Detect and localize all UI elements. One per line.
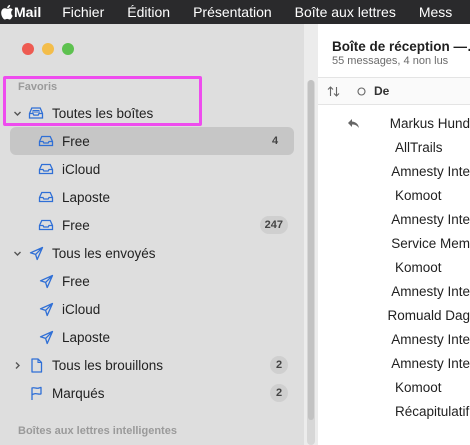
paperplane-icon	[28, 245, 44, 261]
unread-count-badge: 4	[271, 135, 279, 147]
message-row[interactable]: Komoot	[318, 183, 470, 207]
message-row[interactable]: Amnesty Inte	[318, 327, 470, 351]
sidebar-item-label: Free	[62, 217, 90, 233]
menu-fichier[interactable]: Fichier	[62, 4, 104, 20]
sidebar-item-label: Marqués	[52, 385, 105, 401]
sort-icon[interactable]	[318, 85, 348, 97]
sidebar-item-laposte-sent[interactable]: Laposte	[10, 323, 294, 351]
tray-icon	[38, 133, 54, 149]
message-list-pane: Boîte de réception —… 55 messages, 4 non…	[318, 24, 470, 445]
mailbox-subtitle: 55 messages, 4 non lus	[332, 55, 449, 67]
menu-edition[interactable]: Édition	[127, 4, 170, 20]
document-icon	[28, 357, 44, 373]
count-badge: 2	[270, 384, 288, 402]
menu-presentation[interactable]: Présentation	[193, 4, 272, 20]
window-controls	[22, 43, 74, 55]
sidebar-item-label: Free	[62, 133, 90, 149]
chevron-right-icon[interactable]	[10, 361, 24, 370]
favorites-section-title: Favoris	[18, 81, 58, 93]
sidebar-item-icloud-inbox[interactable]: iCloud	[10, 155, 294, 183]
sidebar-item-label: Laposte	[62, 329, 111, 345]
message-sender: AllTrails	[395, 139, 443, 155]
sidebar-item-label: Free	[62, 273, 90, 289]
zoom-button[interactable]	[62, 43, 74, 55]
tray-icon	[38, 189, 54, 205]
message-sender: Markus Hund	[389, 115, 470, 131]
column-from-header[interactable]: De	[374, 84, 389, 98]
message-sender: Amnesty Inte	[391, 211, 470, 227]
sidebar-item-label: Tous les brouillons	[52, 357, 164, 373]
sidebar-item-label: Tous les envoyés	[52, 245, 156, 261]
mailbox-title: Boîte de réception —…	[332, 39, 470, 54]
paperplane-icon	[38, 329, 54, 345]
message-sender: Romuald Dag	[387, 307, 470, 323]
message-row[interactable]: Amnesty Inte	[318, 279, 470, 303]
message-sender: Komoot	[395, 379, 442, 395]
sidebar-item-label: iCloud	[62, 161, 101, 177]
count-badge: 2	[270, 356, 288, 374]
message-row[interactable]: Komoot	[318, 255, 470, 279]
message-row[interactable]: Amnesty Inte	[318, 351, 470, 375]
menu-boite-aux-lettres[interactable]: Boîte aux lettres	[295, 4, 396, 20]
message-sender: Amnesty Inte	[391, 355, 470, 371]
sidebar-item-free-inbox[interactable]: Free 4	[10, 127, 294, 155]
reply-arrow-icon	[318, 118, 389, 129]
flag-icon	[28, 385, 44, 401]
column-header: De	[318, 77, 470, 105]
tray-icon	[28, 105, 44, 121]
chevron-down-icon[interactable]	[10, 249, 24, 258]
sidebar: Favoris Toutes les boîtes Free 4 iCloud …	[0, 24, 304, 445]
message-row[interactable]: Amnesty Inte	[318, 207, 470, 231]
message-row[interactable]: AllTrails	[318, 135, 470, 159]
minimize-button[interactable]	[42, 43, 54, 55]
unread-count-badge: 247	[259, 216, 288, 234]
apple-icon[interactable]	[0, 4, 14, 20]
message-sender: Récapitulatif	[395, 403, 470, 419]
message-sender: Amnesty Inte	[391, 283, 470, 299]
message-row[interactable]: Markus Hund	[318, 111, 470, 135]
smart-mailboxes-section-title: Boîtes aux lettres intelligentes	[18, 425, 177, 437]
sidebar-item-all-drafts[interactable]: Tous les brouillons 2	[10, 351, 294, 379]
close-button[interactable]	[22, 43, 34, 55]
sidebar-scrollbar-thumb[interactable]	[308, 80, 314, 420]
chevron-down-icon[interactable]	[10, 109, 24, 118]
sidebar-item-free-inbox-2[interactable]: Free 247	[10, 211, 294, 239]
sidebar-item-icloud-sent[interactable]: iCloud	[10, 295, 294, 323]
tray-icon	[38, 217, 54, 233]
tray-icon	[38, 161, 54, 177]
sidebar-item-all-inboxes[interactable]: Toutes les boîtes	[10, 99, 294, 127]
sidebar-item-laposte-inbox[interactable]: Laposte	[10, 183, 294, 211]
message-sender: Komoot	[395, 187, 442, 203]
menu-bar: Mail Fichier Édition Présentation Boîte …	[0, 0, 470, 24]
message-row[interactable]: Récapitulatif	[318, 399, 470, 423]
message-sender: Komoot	[395, 259, 442, 275]
paperplane-icon	[38, 273, 54, 289]
paperplane-icon	[38, 301, 54, 317]
sidebar-item-free-sent[interactable]: Free	[10, 267, 294, 295]
message-row[interactable]: Service Mem	[318, 231, 470, 255]
sidebar-item-all-sent[interactable]: Tous les envoyés	[10, 239, 294, 267]
message-sender: Amnesty Inte	[391, 331, 470, 347]
message-row[interactable]: Romuald Dag	[318, 303, 470, 327]
sidebar-item-flagged[interactable]: Marqués 2	[10, 379, 294, 407]
sidebar-item-label: Laposte	[62, 189, 111, 205]
sidebar-item-label: Toutes les boîtes	[52, 105, 154, 121]
menu-mail[interactable]: Mail	[14, 4, 41, 20]
unread-column-icon[interactable]	[348, 86, 374, 96]
message-row[interactable]: Komoot	[318, 375, 470, 399]
message-sender: Service Mem	[391, 235, 470, 251]
menu-messages[interactable]: Mess	[419, 4, 452, 20]
sidebar-item-label: iCloud	[62, 301, 101, 317]
message-sender: Amnesty Inte	[391, 163, 470, 179]
message-row[interactable]: Amnesty Inte	[318, 159, 470, 183]
